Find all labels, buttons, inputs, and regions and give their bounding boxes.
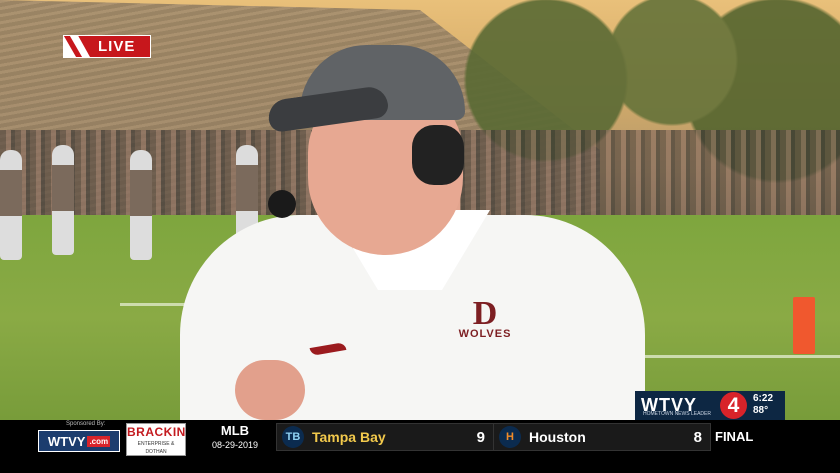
coach-hand xyxy=(235,360,305,420)
clock-time: 6:22 xyxy=(753,393,774,404)
live-label: LIVE xyxy=(98,38,136,55)
player xyxy=(130,150,152,260)
wtvy-com-logo: WTVY .com xyxy=(38,430,120,452)
score-team-b: H Houston 8 xyxy=(493,423,711,451)
wtvy-logo-text: WTVY xyxy=(47,433,86,449)
team-b-score: 8 xyxy=(693,428,702,446)
headset-icon xyxy=(412,125,464,185)
live-badge: LIVE xyxy=(63,35,151,58)
player xyxy=(52,145,74,255)
game-status: FINAL xyxy=(715,429,754,444)
end-zone-pylon xyxy=(793,297,815,354)
player xyxy=(0,150,22,260)
sponsor-subtitle: ENTERPRISE & DOTHAN xyxy=(137,441,175,455)
station-tagline: HOMETOWN NEWS LEADER xyxy=(643,411,711,417)
wolves-logo: D WOLVES xyxy=(455,295,515,350)
league-name: MLB xyxy=(220,423,250,438)
sponsored-by-label: Sponsored By: xyxy=(66,421,106,427)
channel-number: 4 xyxy=(720,392,747,419)
game-date: 08-29-2019 xyxy=(211,440,259,450)
station-bug: WTVY HOMETOWN NEWS LEADER 4 6:22 88° xyxy=(635,391,785,420)
time-temp: 6:22 88° xyxy=(753,393,773,417)
team-b-name: Houston xyxy=(529,429,586,445)
video-frame: D WOLVES xyxy=(0,0,840,420)
astros-logo-icon: H xyxy=(499,426,521,448)
live-flag-icon xyxy=(64,36,90,57)
wolves-logo-word: WOLVES xyxy=(458,328,512,340)
sponsor-logo: BRACKIN ENTERPRISE & DOTHAN xyxy=(126,423,186,456)
league-info: MLB 08-29-2019 xyxy=(205,423,265,452)
rays-logo-icon: TB xyxy=(282,426,304,448)
microphone-icon xyxy=(268,190,296,218)
wtvy-com-suffix: .com xyxy=(87,435,111,447)
sponsor-name: BRACKIN xyxy=(127,425,186,439)
team-a-name: Tampa Bay xyxy=(312,429,386,445)
team-a-score: 9 xyxy=(476,428,485,446)
coach: D WOLVES xyxy=(180,45,650,420)
score-team-a: TB Tampa Bay 9 xyxy=(276,423,494,451)
wolves-logo-letter: D xyxy=(472,295,498,332)
temperature: 88° xyxy=(753,405,769,416)
